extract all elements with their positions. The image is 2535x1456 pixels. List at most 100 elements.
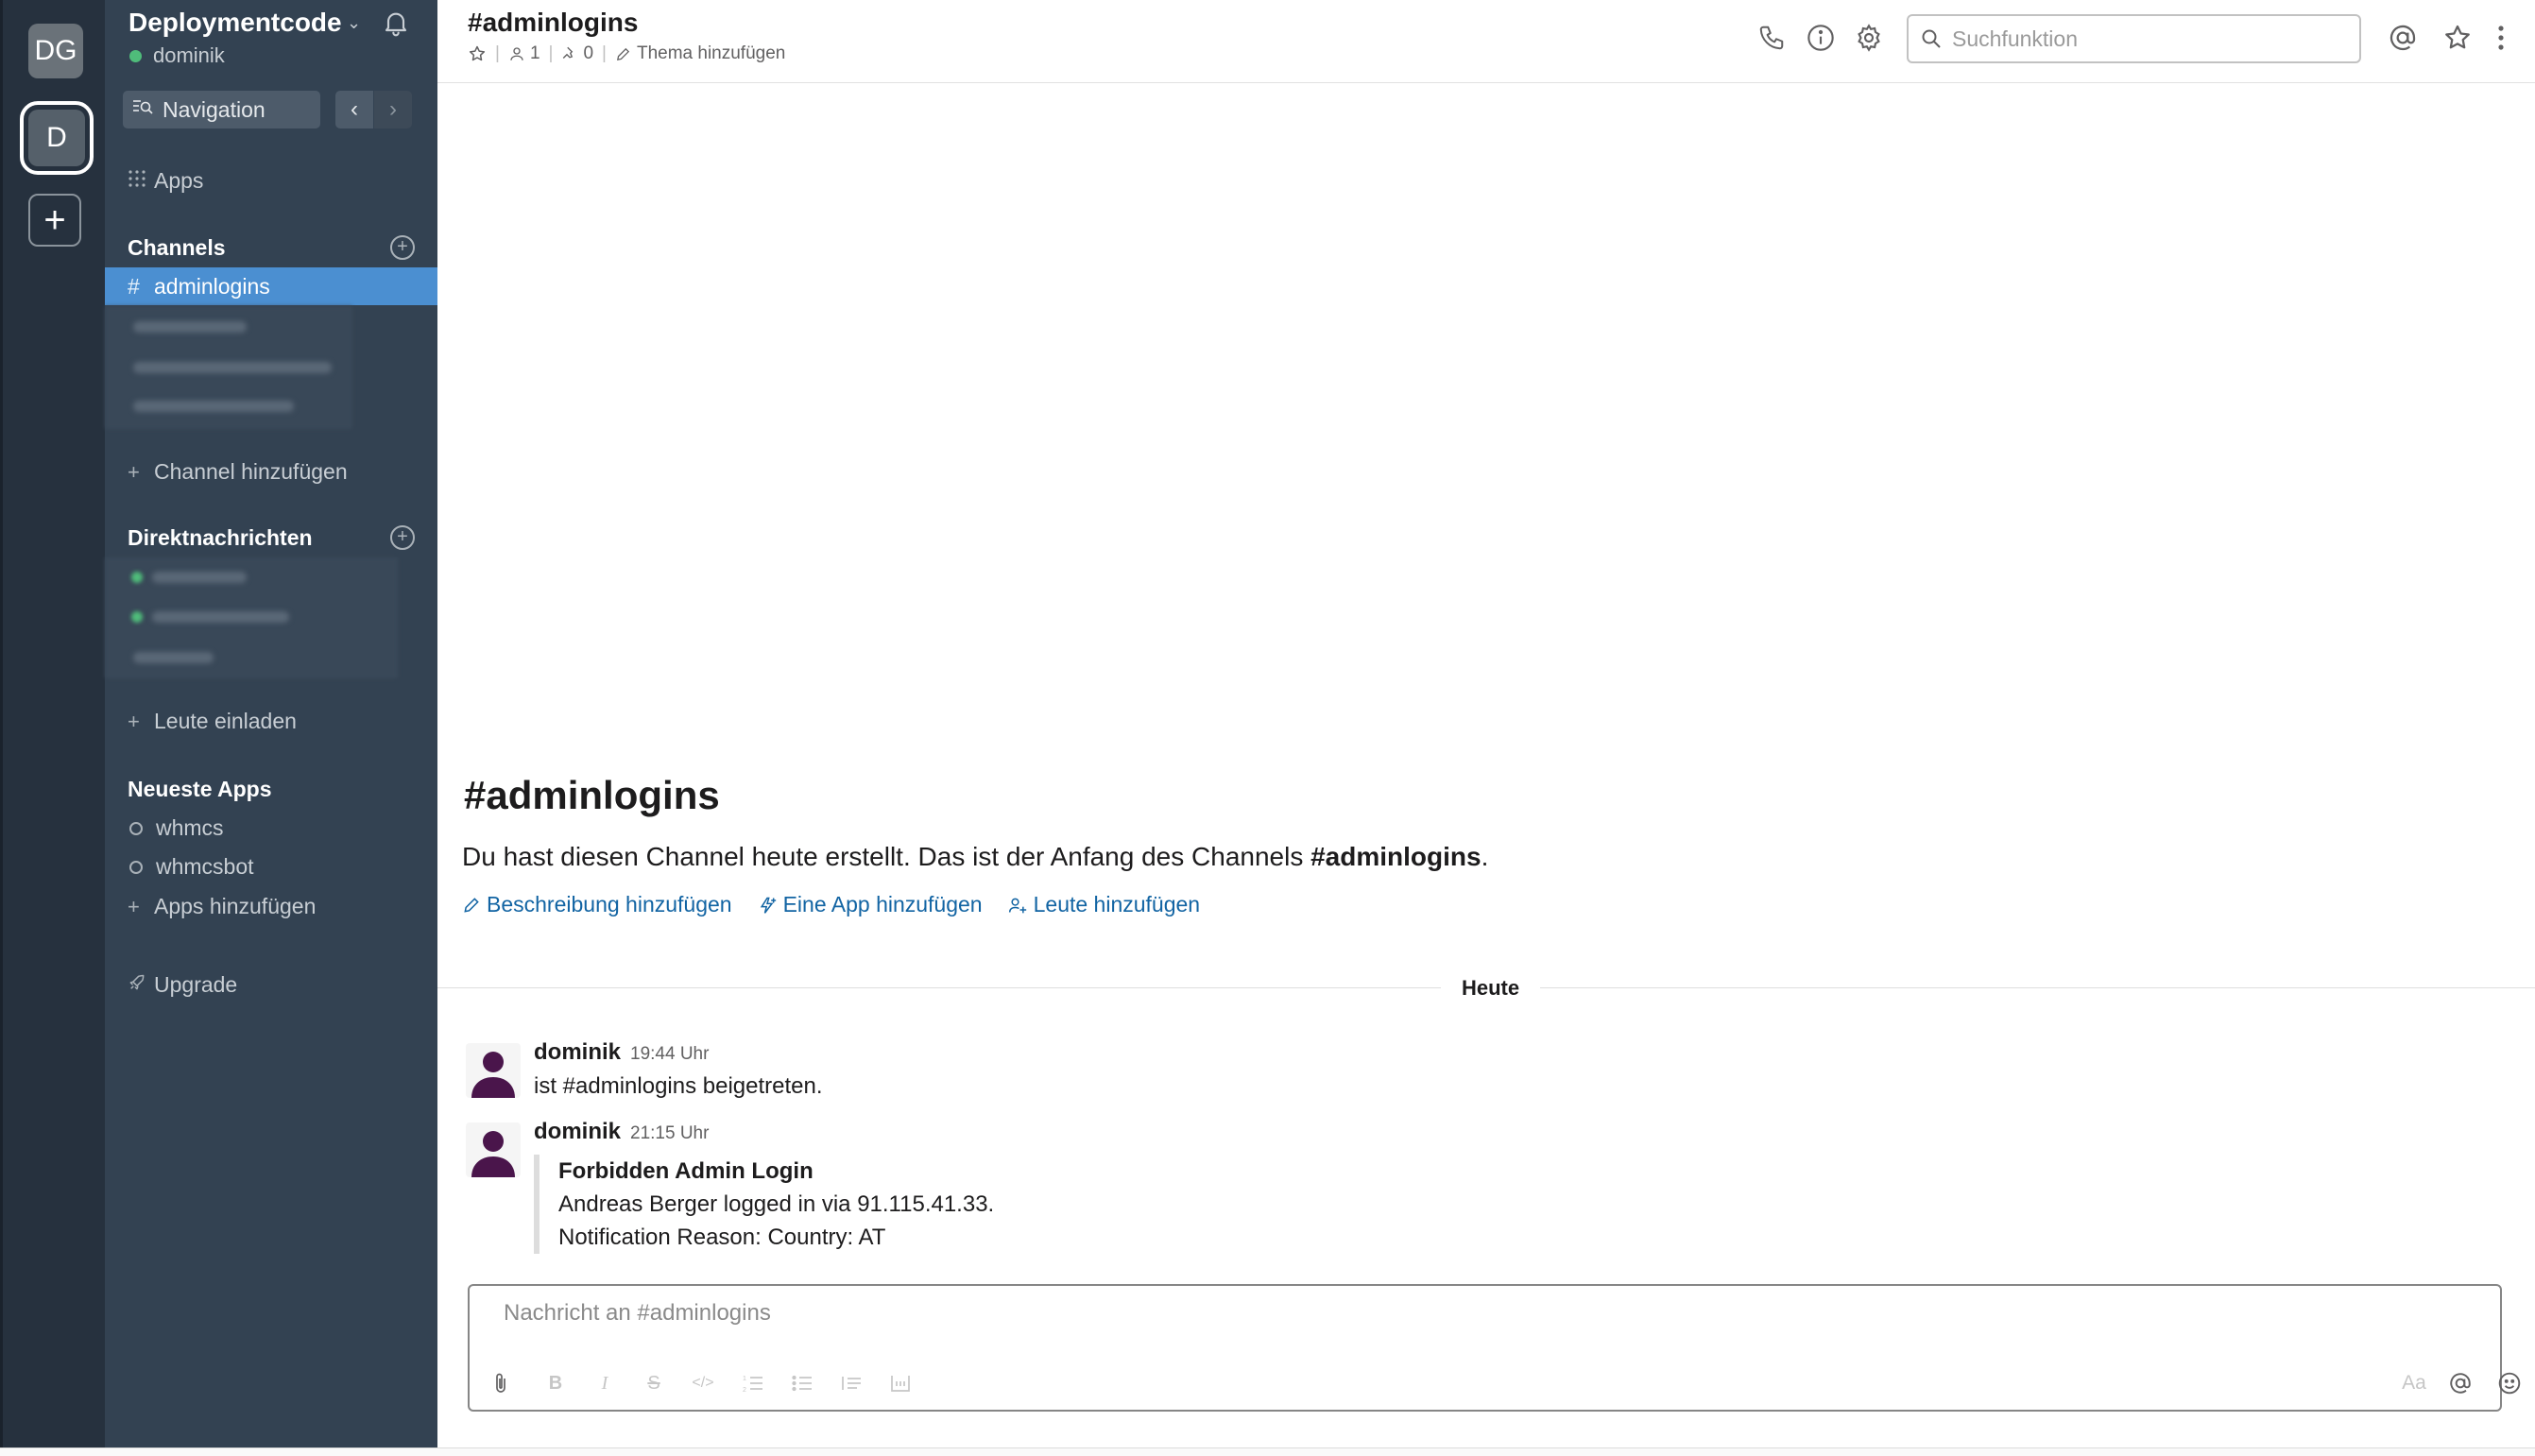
channels-header[interactable]: Channels bbox=[128, 235, 226, 261]
search-icon bbox=[1922, 29, 1941, 48]
blurred-channel-item[interactable] bbox=[133, 401, 294, 412]
avatar[interactable] bbox=[466, 1043, 521, 1098]
pin-icon bbox=[563, 46, 574, 59]
members-count[interactable]: 1 bbox=[508, 43, 540, 64]
message-input[interactable] bbox=[504, 1300, 2299, 1327]
sidebar-item-whmcsbot[interactable]: whmcsbot bbox=[128, 854, 254, 880]
message-timestamp[interactable]: 21:15 Uhr bbox=[630, 1123, 709, 1143]
bell-icon[interactable] bbox=[381, 8, 411, 43]
day-divider-label[interactable]: Heute bbox=[1441, 972, 1541, 1004]
recent-apps-header: Neueste Apps bbox=[128, 777, 272, 801]
channel-intro-links: Beschreibung hinzufügen Eine App hinzufü… bbox=[462, 892, 1225, 917]
direct-messages-header[interactable]: Direktnachrichten bbox=[128, 525, 313, 551]
add-workspace-button[interactable]: + bbox=[28, 194, 81, 247]
add-channel-plus-icon[interactable]: + bbox=[390, 235, 415, 260]
emoji-icon[interactable] bbox=[2495, 1369, 2524, 1397]
more-vertical-icon[interactable] bbox=[2484, 21, 2518, 55]
chevron-down-icon[interactable]: ⌄ bbox=[347, 13, 361, 33]
current-user[interactable]: dominik bbox=[129, 43, 225, 68]
mention-icon[interactable] bbox=[2446, 1369, 2475, 1397]
blurred-dm-item[interactable] bbox=[133, 652, 214, 663]
back-arrow-icon[interactable]: ‹ bbox=[335, 91, 373, 128]
add-description-link[interactable]: Beschreibung hinzufügen bbox=[462, 892, 732, 917]
sidebar-item-apps[interactable]: Apps bbox=[128, 168, 203, 194]
sidebar-item-adminlogins[interactable]: # adminlogins bbox=[105, 267, 437, 305]
code-icon[interactable]: </> bbox=[689, 1369, 717, 1397]
plus-icon: + bbox=[128, 709, 140, 733]
app-name: whmcs bbox=[156, 815, 224, 840]
app-status-ring-icon bbox=[129, 860, 143, 874]
code-block-icon[interactable] bbox=[886, 1369, 915, 1397]
pins-count[interactable]: 0 bbox=[561, 43, 593, 64]
upgrade-label: Upgrade bbox=[154, 972, 238, 997]
phone-icon[interactable] bbox=[1755, 21, 1789, 55]
format-toggle-button[interactable]: Aa bbox=[2395, 1369, 2433, 1397]
add-channel-label: Channel hinzufügen bbox=[154, 459, 348, 484]
upgrade-link[interactable]: Upgrade bbox=[128, 972, 237, 998]
message-author[interactable]: dominik 19:44 Uhr bbox=[534, 1039, 709, 1066]
forward-arrow-icon[interactable]: › bbox=[374, 91, 412, 128]
channel-intro-text: Du hast diesen Channel heute erstellt. D… bbox=[462, 842, 1488, 872]
navigation-button[interactable]: Navigation bbox=[123, 91, 320, 128]
blurred-dm-item[interactable] bbox=[152, 611, 289, 623]
add-app-label: Eine App hinzufügen bbox=[782, 892, 983, 916]
add-apps-label: Apps hinzufügen bbox=[154, 894, 317, 918]
channel-name: adminlogins bbox=[154, 273, 270, 299]
sidebar: Deploymentcode ⌄ dominik Navigation ‹ › … bbox=[105, 0, 437, 1447]
avatar[interactable] bbox=[466, 1122, 521, 1177]
starred-items-icon[interactable] bbox=[2441, 21, 2475, 55]
attachment-title: Forbidden Admin Login bbox=[558, 1158, 814, 1184]
pencil-icon bbox=[616, 47, 630, 60]
search-input[interactable] bbox=[1952, 26, 2349, 52]
intro-text-prefix: Du hast diesen Channel heute erstellt. D… bbox=[462, 842, 1311, 871]
blurred-channel-item[interactable] bbox=[133, 321, 247, 333]
attach-paperclip-icon[interactable] bbox=[487, 1369, 515, 1397]
channel-title[interactable]: #adminlogins bbox=[468, 8, 638, 38]
navigation-search-icon bbox=[132, 97, 153, 122]
info-icon[interactable] bbox=[1804, 21, 1838, 55]
blurred-channel-item[interactable] bbox=[133, 362, 332, 373]
add-people-link[interactable]: Leute hinzufügen bbox=[1007, 892, 1201, 917]
rocket-icon bbox=[128, 973, 154, 998]
add-channel-link[interactable]: + Channel hinzufügen bbox=[128, 459, 348, 485]
app-name: whmcsbot bbox=[156, 854, 254, 879]
workspace-d[interactable]: D bbox=[20, 101, 94, 175]
star-icon[interactable] bbox=[468, 44, 487, 63]
blurred-dm-item[interactable] bbox=[152, 572, 247, 583]
add-apps-link[interactable]: + Apps hinzufügen bbox=[128, 894, 316, 919]
workspace-rail: DG D + bbox=[0, 0, 105, 1447]
add-topic-link[interactable]: Thema hinzufügen bbox=[615, 43, 785, 64]
attachment-line: Andreas Berger logged in via 91.115.41.3… bbox=[558, 1191, 995, 1217]
add-app-link[interactable]: Eine App hinzufügen bbox=[757, 892, 983, 917]
team-name[interactable]: Deploymentcode bbox=[128, 8, 342, 38]
author-name[interactable]: dominik bbox=[534, 1039, 621, 1065]
svg-text:2: 2 bbox=[743, 1387, 746, 1393]
message-author[interactable]: dominik 21:15 Uhr bbox=[534, 1119, 709, 1145]
bold-icon[interactable]: B bbox=[541, 1369, 570, 1397]
message-timestamp[interactable]: 19:44 Uhr bbox=[630, 1044, 709, 1064]
person-icon bbox=[510, 47, 523, 60]
strikethrough-icon[interactable]: S bbox=[640, 1369, 668, 1397]
channel-header: #adminlogins | 1 | 0 | Thema hinzufügen … bbox=[437, 0, 2535, 83]
user-avatar-icon bbox=[471, 1052, 515, 1098]
app-bolt-icon bbox=[760, 897, 776, 914]
message-composer[interactable]: B I S </> 12 Aa bbox=[468, 1284, 2521, 1412]
sidebar-item-whmcs[interactable]: whmcs bbox=[128, 815, 224, 841]
search-box[interactable] bbox=[1907, 14, 2361, 63]
add-dm-plus-icon[interactable]: + bbox=[390, 525, 415, 550]
intro-text-channel: #adminlogins bbox=[1310, 842, 1482, 871]
author-name[interactable]: dominik bbox=[534, 1119, 621, 1144]
app-window: DG D + Deploymentcode ⌄ dominik Navigati… bbox=[0, 0, 2535, 1456]
italic-icon[interactable]: I bbox=[591, 1369, 619, 1397]
mentions-icon[interactable] bbox=[2386, 21, 2420, 55]
presence-dot bbox=[129, 49, 142, 62]
hash-icon: # bbox=[128, 273, 140, 299]
ordered-list-icon[interactable]: 12 bbox=[739, 1369, 767, 1397]
svg-text:1: 1 bbox=[743, 1376, 746, 1382]
invite-people-link[interactable]: + Leute einladen bbox=[128, 709, 297, 734]
add-people-label: Leute hinzufügen bbox=[1033, 892, 1201, 916]
quote-icon[interactable] bbox=[837, 1369, 865, 1397]
bulleted-list-icon[interactable] bbox=[788, 1369, 816, 1397]
gear-icon[interactable] bbox=[1852, 21, 1886, 55]
workspace-dg[interactable]: DG bbox=[28, 24, 83, 78]
